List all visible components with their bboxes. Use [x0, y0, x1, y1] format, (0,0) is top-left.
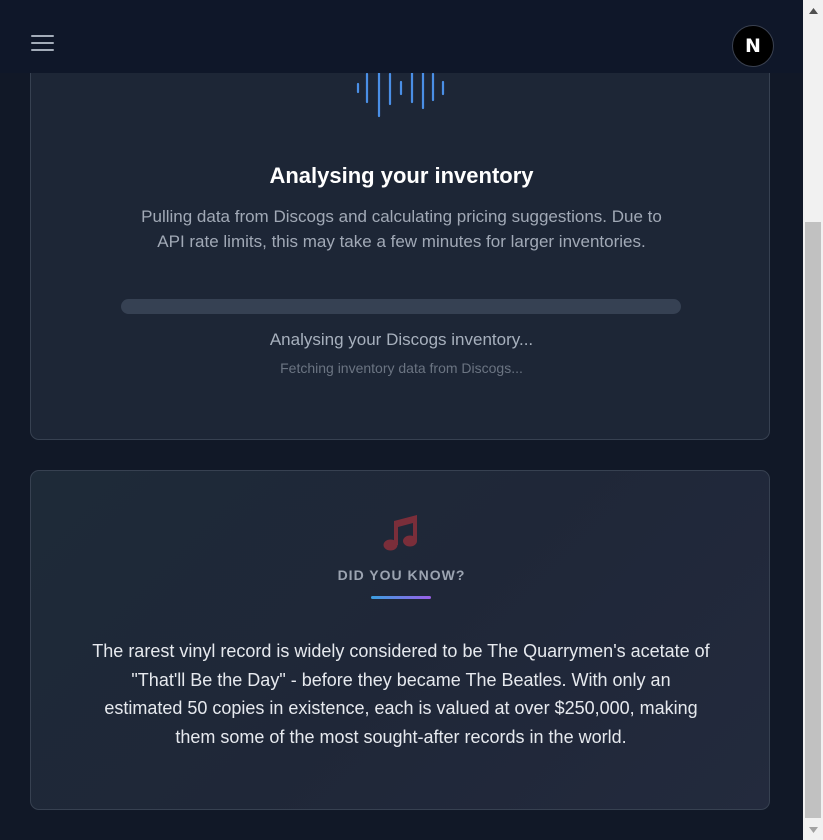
status-text: Analysing your Discogs inventory... — [269, 330, 534, 349]
progress-bar — [121, 299, 681, 314]
fact-heading: DID YOU KNOW? — [337, 567, 466, 583]
music-note-icon — [383, 515, 417, 551]
user-avatar[interactable]: N — [732, 25, 774, 67]
fact-text: The rarest vinyl record is widely consid… — [92, 641, 710, 747]
hamburger-menu-icon[interactable] — [31, 33, 55, 53]
progress-description: Pulling data from Discogs and calculatin… — [141, 207, 662, 251]
scroll-up-arrow-icon[interactable] — [803, 2, 823, 19]
progress-title: Analysing your inventory — [269, 163, 534, 188]
vertical-scrollbar[interactable] — [803, 0, 823, 840]
top-navigation-bar: N — [0, 0, 803, 73]
scrollbar-thumb[interactable] — [805, 222, 821, 818]
audio-waveform-icon — [356, 70, 445, 118]
page-viewport: N Analysing your inventory Pulling data … — [0, 0, 803, 840]
scroll-down-arrow-icon[interactable] — [803, 821, 823, 838]
heading-underline — [371, 596, 431, 599]
substatus-text: Fetching inventory data from Discogs... — [280, 360, 523, 376]
